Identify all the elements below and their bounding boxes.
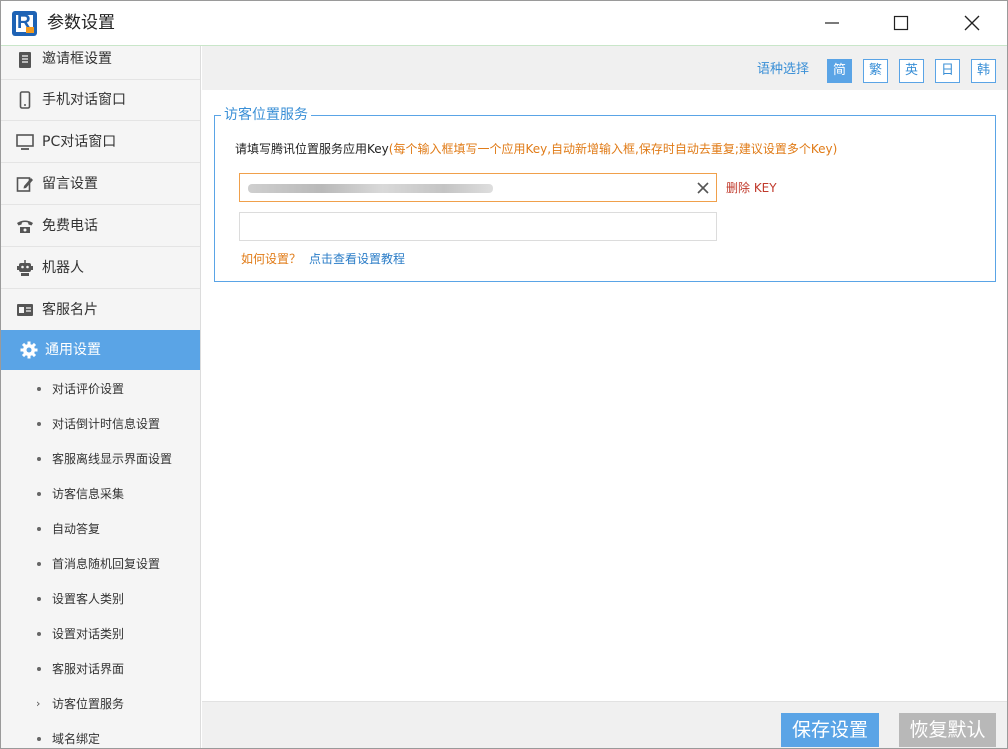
sidebar-item-pc-window[interactable]: PC对话窗口: [1, 121, 200, 163]
bullet-icon: [37, 667, 41, 671]
bullet-icon: [37, 632, 41, 636]
sub-item-label: 对话倒计时信息设置: [52, 417, 161, 431]
telephone-icon: [17, 220, 33, 233]
title-bar[interactable]: R 参数设置: [1, 1, 1007, 46]
sidebar-item-free-call[interactable]: 免费电话: [1, 205, 200, 247]
instruction-main: 请填写腾讯位置服务应用Key: [235, 142, 389, 156]
delete-key-link[interactable]: 删除 KEY: [726, 181, 777, 196]
lang-korean-button[interactable]: 韩: [971, 59, 996, 83]
bullet-icon: [37, 492, 41, 496]
close-icon: [964, 15, 980, 31]
sub-item-label: 访客信息采集: [52, 487, 125, 501]
sub-item-label: 访客位置服务: [52, 697, 125, 711]
clear-icon[interactable]: [695, 180, 711, 196]
tutorial-link[interactable]: 点击查看设置教程: [309, 251, 405, 267]
save-settings-button[interactable]: 保存设置: [781, 713, 879, 747]
sub-item-visitor-info[interactable]: 访客信息采集: [1, 477, 200, 512]
instruction-text: 请填写腾讯位置服务应用Key(每个输入框填写一个应用Key,自动新增输入框,保存…: [235, 141, 837, 157]
sidebar-item-general-settings[interactable]: 通用设置: [1, 330, 200, 370]
sidebar-item-label: PC对话窗口: [42, 133, 117, 150]
bullet-icon: [37, 597, 41, 601]
robot-icon: [17, 260, 33, 276]
sub-item-label: 对话评价设置: [52, 382, 125, 396]
sidebar: 邀请框设置 手机对话窗口 PC对话窗口 留言设置 免费电话 机器人 客服名片 通…: [1, 46, 201, 748]
sidebar-item-label: 免费电话: [42, 217, 98, 234]
gear-icon: [20, 341, 38, 359]
footer-bar: 保存设置 恢复默认: [202, 701, 1007, 748]
main-panel: 语种选择 简 繁 英 日 韩 访客位置服务 请填写腾讯位置服务应用Key(每个输…: [202, 46, 1007, 748]
minimize-button[interactable]: [809, 1, 855, 45]
app-key-input-1[interactable]: [239, 173, 717, 202]
sub-item-random-reply[interactable]: 首消息随机回复设置: [1, 547, 200, 582]
instruction-hint: (每个输入框填写一个应用Key,自动新增输入框,保存时自动去重复;建议设置多个K…: [388, 142, 838, 156]
app-logo-icon: R: [12, 11, 37, 36]
sub-item-offline-display[interactable]: 客服离线显示界面设置: [1, 442, 200, 477]
lang-traditional-button[interactable]: 繁: [863, 59, 888, 83]
note-edit-icon: [16, 177, 33, 192]
sidebar-item-label: 客服名片: [42, 301, 98, 318]
sub-item-dialog-category[interactable]: 设置对话类别: [1, 617, 200, 652]
lang-english-button[interactable]: 英: [899, 59, 924, 83]
help-question: 如何设置？: [241, 252, 302, 266]
settings-window: R 参数设置 邀请框设置 手机对话窗口 PC对话窗口 留言设置 免费电话 机器人…: [0, 0, 1008, 749]
bullet-icon: [37, 527, 41, 531]
sub-item-label: 自动答复: [52, 522, 101, 536]
sidebar-item-label: 留言设置: [42, 175, 98, 192]
sidebar-item-label: 通用设置: [45, 342, 101, 358]
mobile-phone-icon: [19, 91, 31, 109]
lang-simplified-button[interactable]: 简: [827, 59, 852, 83]
language-label: 语种选择: [757, 62, 810, 77]
sub-item-rating[interactable]: 对话评价设置: [1, 372, 200, 407]
sub-item-domain-binding[interactable]: 域名绑定: [1, 722, 200, 748]
sub-item-countdown[interactable]: 对话倒计时信息设置: [1, 407, 200, 442]
bullet-icon: [37, 422, 41, 426]
sidebar-item-mobile-window[interactable]: 手机对话窗口: [1, 79, 200, 121]
sidebar-item-business-card[interactable]: 客服名片: [1, 289, 200, 331]
close-button[interactable]: [949, 1, 995, 45]
sub-item-label: 客服离线显示界面设置: [52, 452, 173, 466]
app-key-input-2[interactable]: [239, 212, 717, 241]
visitor-location-section: 访客位置服务 请填写腾讯位置服务应用Key(每个输入框填写一个应用Key,自动新…: [214, 106, 996, 282]
chevron-right-icon: ›: [36, 697, 41, 710]
redacted-key-value: [248, 184, 493, 193]
monitor-icon: [16, 134, 34, 150]
sub-item-agent-interface[interactable]: 客服对话界面: [1, 652, 200, 687]
bullet-icon: [37, 457, 41, 461]
sub-item-label: 设置对话类别: [52, 627, 125, 641]
sub-item-visitor-location[interactable]: › 访客位置服务: [1, 687, 200, 722]
restore-default-button[interactable]: 恢复默认: [899, 713, 996, 747]
maximize-icon: [893, 15, 909, 31]
minimize-icon: [825, 22, 839, 24]
sidebar-item-label: 手机对话窗口: [42, 91, 126, 108]
book-icon: [19, 52, 31, 68]
sidebar-item-label: 机器人: [42, 259, 84, 276]
bullet-icon: [37, 737, 41, 741]
sub-item-guest-category[interactable]: 设置客人类别: [1, 582, 200, 617]
sidebar-item-robot[interactable]: 机器人: [1, 247, 200, 289]
language-bar: 语种选择 简 繁 英 日 韩: [202, 46, 1007, 90]
sidebar-item-invite-box[interactable]: 邀请框设置: [1, 46, 200, 80]
maximize-button[interactable]: [878, 1, 924, 45]
bullet-icon: [37, 562, 41, 566]
window-title: 参数设置: [47, 13, 115, 33]
sub-item-label: 客服对话界面: [52, 662, 125, 676]
sidebar-item-message[interactable]: 留言设置: [1, 163, 200, 205]
sub-item-label: 首消息随机回复设置: [52, 557, 161, 571]
sub-item-auto-reply[interactable]: 自动答复: [1, 512, 200, 547]
lang-japanese-button[interactable]: 日: [935, 59, 960, 83]
bullet-icon: [37, 387, 41, 391]
section-legend: 访客位置服务: [221, 106, 311, 124]
sub-item-label: 设置客人类别: [52, 592, 125, 606]
sidebar-item-label: 邀请框设置: [42, 50, 112, 67]
id-card-icon: [17, 304, 33, 316]
sub-item-label: 域名绑定: [52, 732, 101, 746]
